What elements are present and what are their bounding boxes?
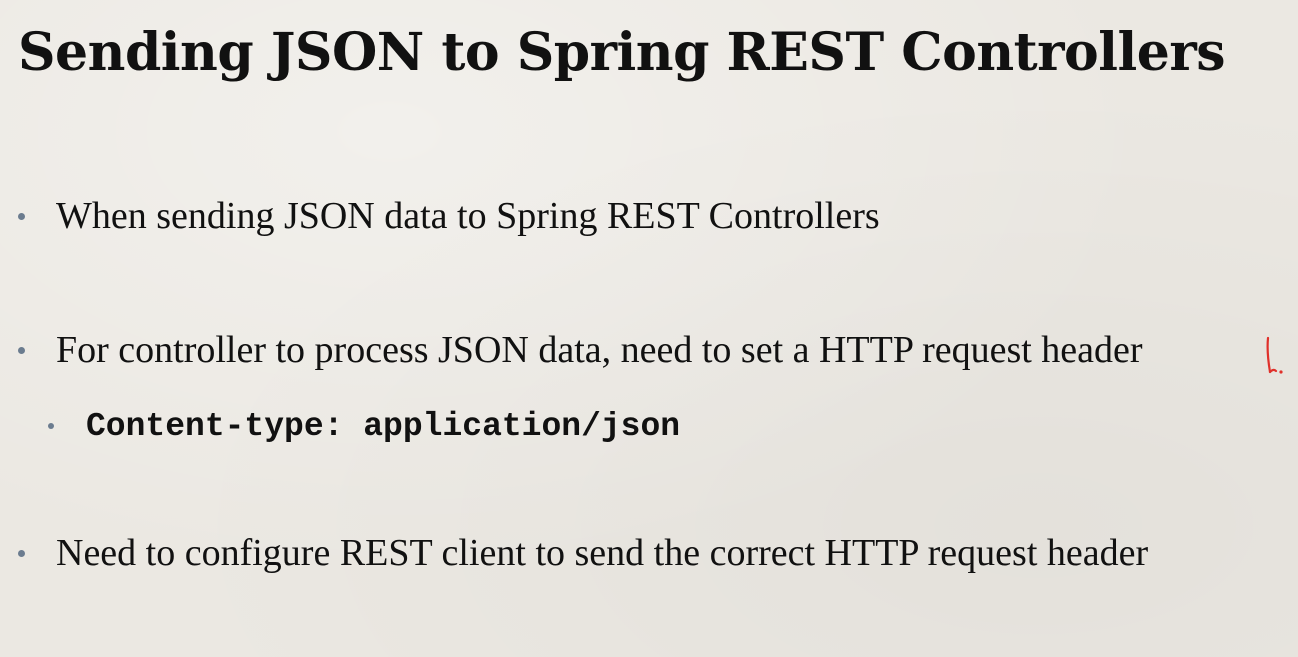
bullet-dot [18,213,25,220]
slide: Sending JSON to Spring REST Controllers … [0,0,1298,657]
slide-title: Sending JSON to Spring REST Controllers [18,22,1226,83]
handwritten-annotation-icon [1266,336,1283,374]
sub-bullet-dot [48,423,54,429]
bullet-dot [18,347,25,354]
bullet-item-1: When sending JSON data to Spring REST Co… [56,195,880,237]
bullet-item-3: Need to configure REST client to send th… [56,532,1149,574]
bullet-item-2: For controller to process JSON data, nee… [56,329,1143,371]
bullet-dot [18,550,25,557]
sub-bullet-content-type: Content-type: application/json [86,408,681,445]
